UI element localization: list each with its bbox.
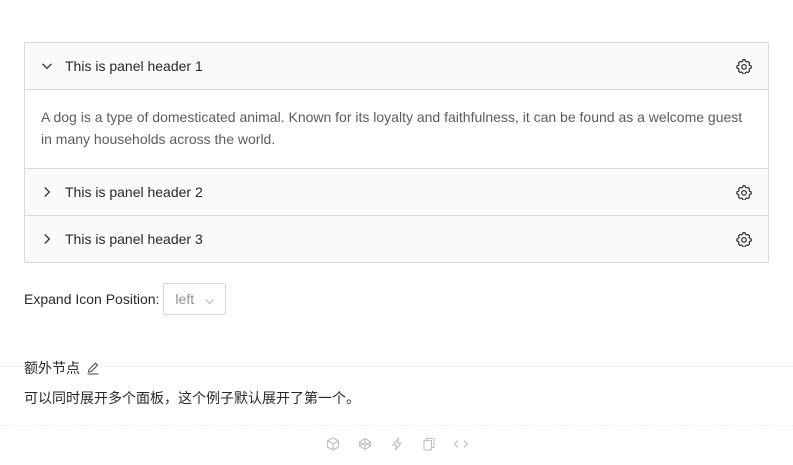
chevron-down-icon [204,294,215,310]
panel-header-label: This is panel header 3 [65,231,203,247]
codepen-icon[interactable] [357,436,373,452]
collapse: This is panel header 1 A dog is a type o… [24,42,769,263]
code-box-description: 可以同时展开多个面板，这个例子默认展开了第一个。 [24,391,360,407]
panel-header-label: This is panel header 1 [65,58,203,74]
collapse-panel-1: This is panel header 1 A dog is a type o… [25,43,768,169]
chevron-right-icon [41,233,53,245]
select-value: left [175,291,195,307]
code-box-actions [0,436,793,452]
code-box-title: 额外节点 [24,358,104,378]
codesandbox-icon[interactable] [325,436,341,452]
edit-icon[interactable] [86,361,100,375]
chevron-right-icon [41,186,53,198]
gear-icon[interactable] [736,231,752,248]
expand-icon-position-select[interactable]: left [163,283,227,315]
expand-icon-position-label: Expand Icon Position: [24,291,160,307]
panel-header-label: This is panel header 2 [65,184,203,200]
gear-icon[interactable] [736,58,752,75]
expand-icon-position-row: Expand Icon Position: left [24,283,227,315]
stackblitz-icon[interactable] [389,436,405,452]
panel-content-1: A dog is a type of domesticated animal. … [25,89,768,168]
gear-icon[interactable] [736,184,752,201]
panel-header-2[interactable]: This is panel header 2 [25,169,768,215]
code-icon[interactable] [453,436,469,452]
code-box-divider [0,366,793,367]
copy-icon[interactable] [421,436,437,452]
code-box-actions-divider [0,425,793,426]
code-box-title-text: 额外节点 [24,361,80,377]
collapse-panel-3: This is panel header 3 [25,216,768,262]
panel-header-3[interactable]: This is panel header 3 [25,216,768,262]
collapse-panel-2: This is panel header 2 [25,169,768,216]
chevron-down-icon [41,60,53,72]
panel-header-1[interactable]: This is panel header 1 [25,43,768,89]
